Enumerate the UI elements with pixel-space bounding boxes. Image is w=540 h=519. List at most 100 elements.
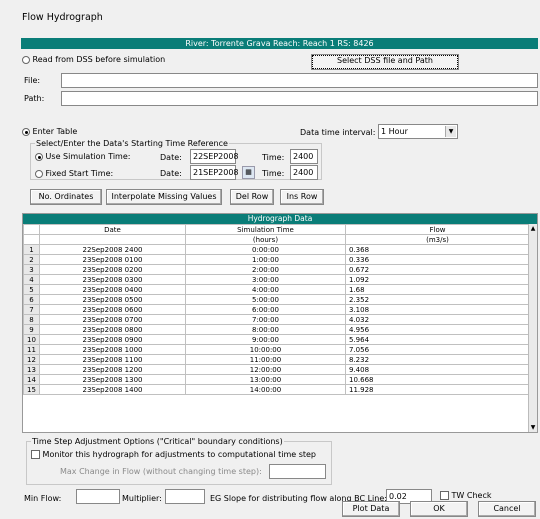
interval-select[interactable]: 1 Hour ▼ [378, 124, 458, 139]
flow-cell[interactable]: 1.092 [345, 274, 530, 285]
row-number: 8 [23, 314, 40, 325]
row-number: 3 [23, 264, 40, 275]
fixed-time-input[interactable]: 2400 [290, 165, 318, 180]
table-row[interactable]: 3 23Sep2008 0200 2:00:00 0.672 [23, 264, 530, 275]
table-row[interactable]: 9 23Sep2008 0800 8:00:00 4.956 [23, 324, 530, 335]
plot-data-button[interactable]: Plot Data [342, 501, 400, 517]
sim-time-cell: 10:00:00 [185, 344, 346, 355]
table-row[interactable]: 12 23Sep2008 1100 11:00:00 8.232 [23, 354, 530, 365]
monitor-option[interactable]: Monitor this hydrograph for adjustments … [31, 450, 316, 459]
scroll-down-icon[interactable]: ▼ [529, 423, 537, 432]
flow-cell[interactable]: 10.668 [345, 374, 530, 385]
calendar-icon[interactable]: ▦ [242, 166, 255, 179]
row-number: 12 [23, 354, 40, 365]
date-cell: 23Sep2008 0400 [39, 284, 186, 295]
table-row[interactable]: 7 23Sep2008 0600 6:00:00 3.108 [23, 304, 530, 315]
flow-cell[interactable]: 5.964 [345, 334, 530, 345]
del-row-button[interactable]: Del Row [230, 189, 274, 205]
flow-cell[interactable]: 11.928 [345, 384, 530, 395]
table-row[interactable]: 15 23Sep2008 1400 14:00:00 11.928 [23, 384, 530, 395]
flow-cell[interactable]: 3.108 [345, 304, 530, 315]
fixed-start-option[interactable]: Fixed Start Time: [35, 169, 113, 178]
sim-time-cell: 7:00:00 [185, 314, 346, 325]
sim-time-cell: 0:00:00 [185, 244, 346, 255]
sim-time-cell: 2:00:00 [185, 264, 346, 275]
row-number: 2 [23, 254, 40, 265]
ins-row-button[interactable]: Ins Row [280, 189, 324, 205]
col-date-header: Date [39, 224, 186, 235]
read-dss-option[interactable]: Read from DSS before simulation [22, 55, 165, 64]
multiplier-input[interactable] [165, 489, 205, 504]
sim-time-cell: 6:00:00 [185, 304, 346, 315]
file-label: File: [24, 76, 41, 85]
select-dss-button[interactable]: Select DSS file and Path [312, 55, 458, 69]
location-header: River: Torrente Grava Reach: Reach 1 RS:… [21, 38, 538, 49]
row-number: 9 [23, 324, 40, 335]
grid-scrollbar[interactable]: ▲ ▼ [528, 224, 537, 432]
row-number: 6 [23, 294, 40, 305]
table-row[interactable]: 5 23Sep2008 0400 4:00:00 1.68 [23, 284, 530, 295]
min-flow-input[interactable] [76, 489, 120, 504]
scroll-up-icon[interactable]: ▲ [529, 224, 537, 233]
table-row[interactable]: 1 22Sep2008 2400 0:00:00 0.368 [23, 244, 530, 255]
flow-cell[interactable]: 4.956 [345, 324, 530, 335]
chevron-down-icon[interactable]: ▼ [445, 126, 456, 137]
table-row[interactable]: 8 23Sep2008 0700 7:00:00 4.032 [23, 314, 530, 325]
col-flow-header: Flow [345, 224, 530, 235]
sim-time-input[interactable]: 2400 [290, 149, 318, 164]
row-number: 4 [23, 274, 40, 285]
flow-cell[interactable]: 8.232 [345, 354, 530, 365]
table-row[interactable]: 10 23Sep2008 0900 9:00:00 5.964 [23, 334, 530, 345]
flow-cell[interactable]: 4.032 [345, 314, 530, 325]
monitor-label: Monitor this hydrograph for adjustments … [42, 450, 317, 459]
table-row[interactable]: 11 23Sep2008 1000 10:00:00 7.056 [23, 344, 530, 355]
use-sim-time-option[interactable]: Use Simulation Time: [35, 152, 130, 161]
row-number: 1 [23, 244, 40, 255]
table-row[interactable]: 14 23Sep2008 1300 13:00:00 10.668 [23, 374, 530, 385]
flow-cell[interactable]: 9.408 [345, 364, 530, 375]
date-cell: 23Sep2008 0100 [39, 254, 186, 265]
date-cell: 23Sep2008 1100 [39, 354, 186, 365]
min-flow-label: Min Flow: [24, 494, 62, 503]
hydrograph-grid[interactable]: Hydrograph Data Date Simulation Time Flo… [22, 213, 538, 433]
flow-cell[interactable]: 2.352 [345, 294, 530, 305]
flow-cell[interactable]: 0.336 [345, 254, 530, 265]
flow-cell[interactable]: 1.68 [345, 284, 530, 295]
enter-table-radio[interactable] [22, 127, 30, 136]
row-number: 14 [23, 374, 40, 385]
time-step-group-label: Time Step Adjustment Options ("Critical"… [31, 437, 284, 446]
sim-date-input[interactable]: 22SEP2008 [190, 149, 239, 164]
fixed-date-input[interactable]: 21SEP2008 [190, 165, 239, 180]
interval-value: 1 Hour [381, 127, 408, 136]
flow-cell[interactable]: 0.672 [345, 264, 530, 275]
no-ordinates-button[interactable]: No. Ordinates [30, 189, 102, 205]
fixed-start-radio[interactable] [35, 169, 43, 178]
read-dss-radio[interactable] [22, 55, 30, 64]
sim-time-cell: 9:00:00 [185, 334, 346, 345]
fixed-start-label: Fixed Start Time: [45, 169, 114, 178]
table-row[interactable]: 4 23Sep2008 0300 3:00:00 1.092 [23, 274, 530, 285]
flow-cell[interactable]: 0.368 [345, 244, 530, 255]
monitor-checkbox[interactable] [31, 450, 40, 459]
flow-cell[interactable]: 7.056 [345, 344, 530, 355]
row-number: 5 [23, 284, 40, 295]
table-row[interactable]: 13 23Sep2008 1200 12:00:00 9.408 [23, 364, 530, 375]
col-date-unit [39, 234, 186, 245]
table-row[interactable]: 2 23Sep2008 0100 1:00:00 0.336 [23, 254, 530, 265]
max-change-input[interactable] [269, 464, 326, 479]
max-change-label: Max Change in Flow (without changing tim… [60, 467, 262, 476]
fixed-date-label: Date: [160, 169, 182, 178]
sim-time-cell: 11:00:00 [185, 354, 346, 365]
path-input[interactable] [61, 91, 538, 106]
sim-date-label: Date: [160, 153, 182, 162]
ok-button[interactable]: OK [410, 501, 468, 517]
cancel-button[interactable]: Cancel [478, 501, 536, 517]
table-row[interactable]: 6 23Sep2008 0500 5:00:00 2.352 [23, 294, 530, 305]
file-input[interactable] [61, 73, 538, 88]
enter-table-option[interactable]: Enter Table [22, 127, 77, 136]
use-sim-time-radio[interactable] [35, 152, 43, 161]
date-cell: 23Sep2008 1200 [39, 364, 186, 375]
interpolate-button[interactable]: Interpolate Missing Values [106, 189, 222, 205]
tw-check-option[interactable]: TW Check [440, 491, 492, 500]
tw-check-checkbox[interactable] [440, 491, 449, 500]
